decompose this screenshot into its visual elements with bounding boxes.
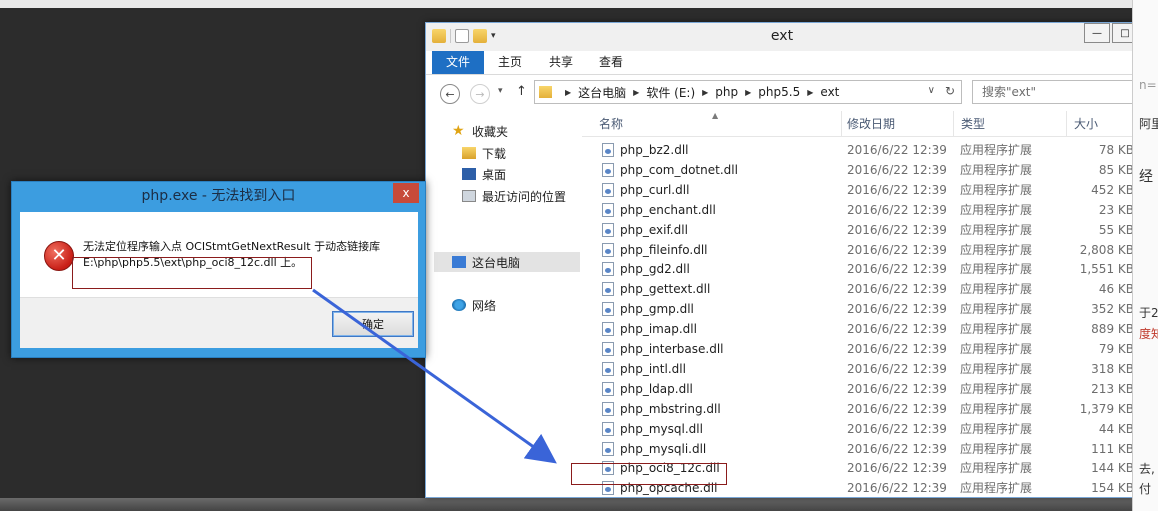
annotation-arrow [312,288,557,464]
arrow-line [312,288,557,464]
